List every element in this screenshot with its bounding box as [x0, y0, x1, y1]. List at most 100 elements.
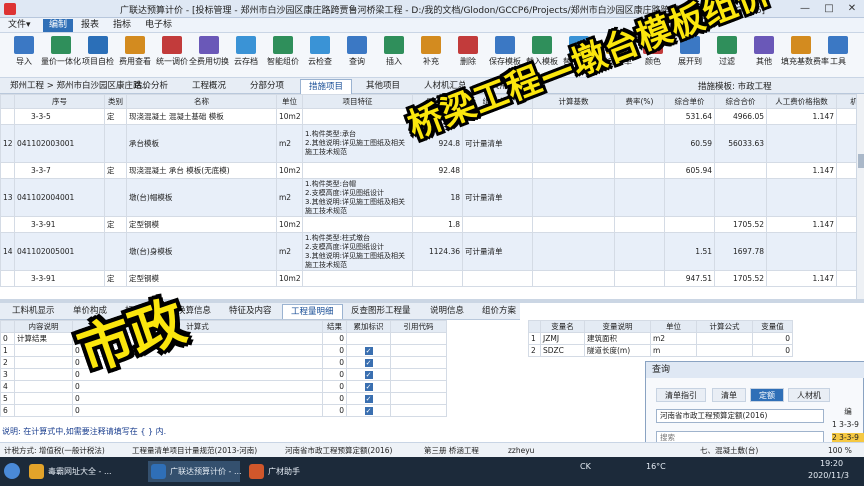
grid-cell-no[interactable] [0, 162, 15, 179]
variable-cell-unit[interactable]: m2 [650, 332, 697, 345]
grid-cell-unit[interactable]: m2 [276, 178, 303, 217]
module-tab[interactable]: 措施项目 [300, 79, 353, 94]
grid-cell-feature[interactable]: 1.构件类型:台帽 2.支模高度:详见图纸设计 3.其他说明:详见施工图纸及相关… [302, 178, 413, 217]
variable-cell-value[interactable]: 0 [752, 344, 793, 357]
grid-cell-labor[interactable] [766, 124, 837, 163]
detail-cell-result[interactable]: 0 [322, 392, 347, 405]
detail-cell-flag[interactable]: ✓ [346, 404, 391, 417]
grid-cell-method[interactable]: 可计量清单 [462, 232, 533, 271]
variable-row[interactable]: 1 JZMJ 建筑面积 m2 0 [528, 332, 793, 345]
grid-cell-price[interactable]: 1.51 [664, 232, 715, 271]
accumulate-checkbox[interactable]: ✓ [364, 383, 373, 391]
detail-cell-content[interactable] [14, 356, 73, 369]
grid-cell-price[interactable] [664, 178, 715, 217]
grid-cell-no[interactable]: 12 [0, 124, 15, 163]
grid-cell-base[interactable] [532, 216, 615, 233]
menu-item[interactable]: 电子标 [139, 19, 178, 32]
grid-cell-rate[interactable] [614, 162, 665, 179]
grid-cell-base[interactable] [532, 232, 615, 271]
scroll-thumb[interactable] [858, 154, 864, 168]
grid-cell-method[interactable] [462, 270, 533, 287]
detail-row[interactable]: 2 0 0 ✓ [0, 356, 447, 369]
taskbar-item-material[interactable]: 广材助手 [246, 461, 330, 482]
detail-cell-idx[interactable]: 1 [0, 344, 15, 357]
accumulate-checkbox[interactable]: ✓ [364, 395, 373, 403]
grid-cell-base[interactable] [532, 108, 615, 125]
toolbar-button-2[interactable]: 项目自检 [78, 35, 118, 76]
grid-cell-labor[interactable] [766, 232, 837, 271]
detail-cell-ref[interactable] [390, 344, 447, 357]
query-tab[interactable]: 人材机 [788, 388, 830, 402]
grid-cell-unit[interactable]: 10m2 [276, 270, 303, 287]
detail-cell-content[interactable] [14, 392, 73, 405]
query-tab[interactable]: 定额 [750, 388, 784, 402]
menu-item[interactable]: 指标 [107, 19, 137, 32]
variable-cell-idx[interactable]: 2 [528, 344, 541, 357]
grid-cell-machine[interactable] [836, 270, 856, 287]
toolbar-button-3[interactable]: 费用查看 [115, 35, 155, 76]
grid-cell-machine[interactable] [836, 216, 856, 233]
taskbar-item-browser[interactable]: 毒霸网址大全 - ... [26, 461, 144, 482]
query-tab[interactable]: 清单 [712, 388, 746, 402]
detail-cell-idx[interactable]: 3 [0, 368, 15, 381]
toolbar-button-19[interactable]: 过滤 [707, 35, 747, 76]
grid-cell-unit[interactable]: 10m2 [276, 162, 303, 179]
grid-cell-rate[interactable] [614, 108, 665, 125]
grid-cell-machine[interactable] [836, 108, 856, 125]
grid-cell-name[interactable]: 现浇混凝土 承台 模板(无底模) [126, 162, 277, 179]
grid-cell-machine[interactable] [836, 124, 856, 163]
taskbar-item-gbq[interactable]: 广联达预算计价 - ... [148, 461, 242, 482]
variable-cell-desc[interactable]: 隧道长度(m) [584, 344, 651, 357]
detail-cell-ref[interactable] [390, 356, 447, 369]
grid-cell-code[interactable]: 041102003001 [14, 124, 105, 163]
toolbar-button-11[interactable]: 补充 [411, 35, 451, 76]
detail-tab[interactable]: 组价方案 [474, 304, 524, 319]
detail-cell-idx[interactable]: 0 [0, 332, 15, 345]
detail-cell-flag[interactable] [346, 332, 391, 345]
grid-cell-machine[interactable] [836, 178, 856, 217]
query-tab[interactable]: 清单指引 [656, 388, 706, 402]
grid-cell-price[interactable]: 605.94 [664, 162, 715, 179]
variable-cell-idx[interactable]: 1 [528, 332, 541, 345]
grid-cell-machine[interactable] [836, 162, 856, 179]
detail-tab[interactable]: 特征及内容 [221, 304, 280, 319]
grid-cell-base[interactable] [532, 178, 615, 217]
grid-column-header[interactable]: 综合单价 [664, 94, 715, 109]
detail-cell-idx[interactable]: 6 [0, 404, 15, 417]
grid-cell-type[interactable] [104, 232, 127, 271]
variable-cell-value[interactable]: 0 [752, 332, 793, 345]
detail-cell-content[interactable] [14, 404, 73, 417]
toolbar-button-8[interactable]: 云检查 [300, 35, 340, 76]
detail-tab[interactable]: 说明信息 [422, 304, 472, 319]
variable-cell-unit[interactable]: m [650, 344, 697, 357]
grid-cell-qty[interactable]: 18 [412, 178, 463, 217]
grid-cell-total[interactable] [714, 162, 767, 179]
detail-cell-result[interactable]: 0 [322, 344, 347, 357]
module-tab[interactable]: 造价分析 [126, 79, 176, 94]
detail-cell-ref[interactable] [390, 368, 447, 381]
grid-cell-name[interactable]: 墩(台)身模板 [126, 232, 277, 271]
accumulate-checkbox[interactable]: ✓ [364, 371, 373, 379]
toolbar-button-0[interactable]: 导入 [4, 35, 44, 76]
toolbar-button-1[interactable]: 量价一体化 [41, 35, 81, 76]
grid-column-header[interactable]: 单位 [276, 94, 303, 109]
module-tab[interactable]: 其他项目 [358, 79, 408, 94]
grid-column-header[interactable]: 类别 [104, 94, 127, 109]
module-tab[interactable]: 工程概况 [184, 79, 234, 94]
detail-row[interactable]: 5 0 0 ✓ [0, 392, 447, 405]
bill-item-row[interactable]: 13 041102004001 墩(台)帽模板 m2 1.构件类型:台帽 2.支模高度:… [0, 178, 856, 217]
toolbar-button-5[interactable]: 全费用切换 [189, 35, 229, 76]
grid-cell-no[interactable] [0, 270, 15, 287]
grid-cell-base[interactable] [532, 270, 615, 287]
grid-cell-method[interactable] [462, 216, 533, 233]
grid-cell-unit[interactable]: m2 [276, 232, 303, 271]
menu-item[interactable]: 报表 [75, 19, 105, 32]
grid-cell-method[interactable] [462, 162, 533, 179]
grid-cell-labor[interactable] [766, 178, 837, 217]
variable-cell-formula[interactable] [696, 332, 753, 345]
grid-cell-type[interactable]: 定 [104, 216, 127, 233]
grid-column-header[interactable]: 综合合价 [714, 94, 767, 109]
detail-cell-formula[interactable]: 0 [72, 380, 323, 393]
grid-column-header[interactable]: 项目特征 [302, 94, 413, 109]
detail-cell-result[interactable]: 0 [322, 332, 347, 345]
